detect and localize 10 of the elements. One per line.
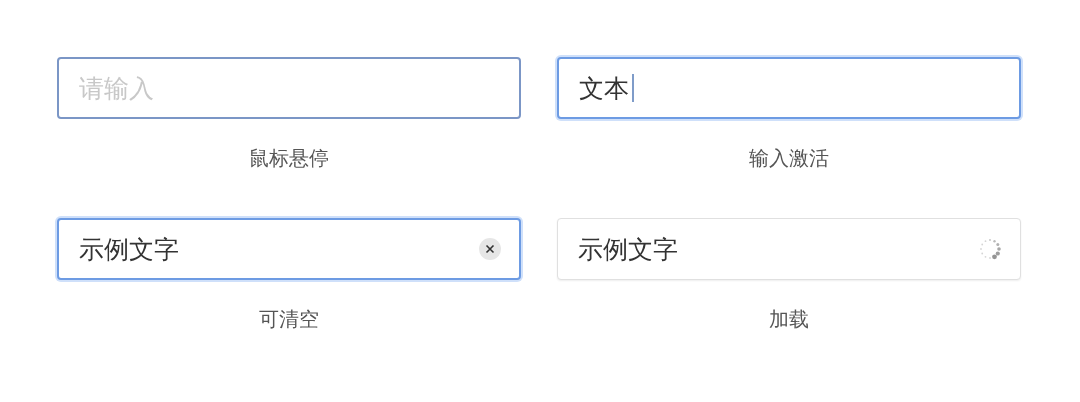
field-caption: 输入激活 xyxy=(749,145,829,172)
field-caption: 鼠标悬停 xyxy=(249,145,329,172)
input-field[interactable]: 示例文字 xyxy=(557,218,1021,280)
input-field[interactable]: 示例文字 xyxy=(57,218,521,280)
clear-icon[interactable] xyxy=(479,238,501,260)
field-caption: 加载 xyxy=(769,306,809,333)
input-field[interactable]: 文本 xyxy=(557,57,1021,119)
field-caption: 可清空 xyxy=(259,306,319,333)
loading-spinner-icon xyxy=(978,237,1002,261)
text-cursor xyxy=(632,74,634,102)
